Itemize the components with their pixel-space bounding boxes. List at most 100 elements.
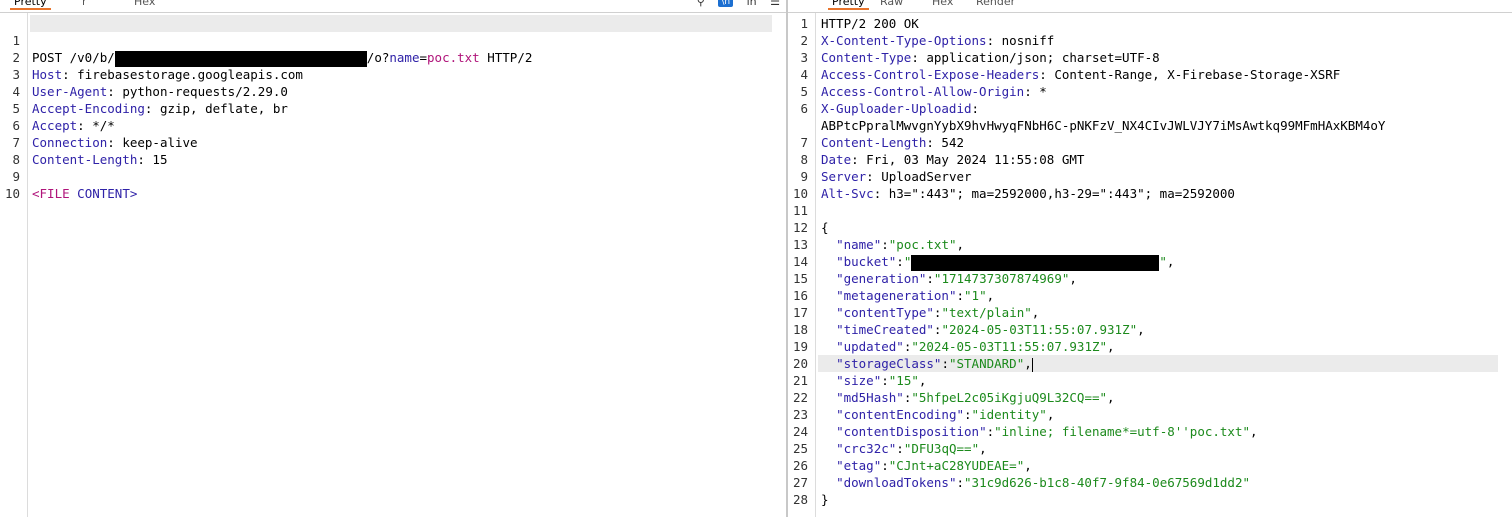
header-line[interactable]: 2 Host: firebasestorage.googleapis.com bbox=[0, 32, 786, 82]
json-quote: " bbox=[1039, 407, 1047, 422]
redacted-block bbox=[911, 254, 1160, 271]
json-quote: " bbox=[836, 322, 844, 337]
json-field-line[interactable]: 24 "contentDisposition":"inline; filenam… bbox=[788, 423, 1512, 440]
header-name: Date bbox=[821, 152, 852, 167]
json-quote: " bbox=[1024, 305, 1032, 320]
header-colon: : bbox=[971, 101, 980, 116]
json-field-line[interactable]: 23 "contentEncoding":"identity", bbox=[788, 406, 1512, 423]
json-colon: : bbox=[881, 458, 889, 473]
json-comma: , bbox=[1137, 322, 1145, 337]
header-line[interactable]: 3 Content-Type: application/json; charset… bbox=[788, 49, 1512, 66]
blank-line[interactable]: 11 bbox=[788, 202, 1512, 219]
header-line[interactable]: 5 Access-Control-Allow-Origin: * bbox=[788, 83, 1512, 100]
header-line[interactable]: 3 User-Agent: python-requests/2.29.0 bbox=[0, 49, 786, 99]
header-line[interactable]: 9 Server: UploadServer bbox=[788, 168, 1512, 185]
json-colon: : bbox=[881, 373, 889, 388]
json-field-line[interactable]: 16 "metageneration":"1", bbox=[788, 287, 1512, 304]
blank-line[interactable]: 10 bbox=[0, 168, 786, 201]
menu-icon[interactable]: ☰ bbox=[770, 0, 780, 9]
json-field-line[interactable]: 26 "etag":"CJnt+aC28YUDEAE=", bbox=[788, 457, 1512, 474]
header-line[interactable]: 8 Date: Fri, 03 May 2024 11:55:08 GMT bbox=[788, 151, 1512, 168]
json-brace-open: { bbox=[821, 220, 829, 235]
json-quote: " bbox=[836, 407, 844, 422]
json-key: metageneration bbox=[843, 288, 949, 303]
line-number: 28 bbox=[792, 492, 808, 507]
toggle-badge-icon[interactable]: \n bbox=[718, 0, 734, 7]
json-quote: " bbox=[971, 441, 980, 456]
json-field-line[interactable]: 14 "bucket":" ", bbox=[788, 253, 1512, 271]
response-tab-hex[interactable]: Hex bbox=[928, 0, 957, 9]
json-quote: " bbox=[836, 373, 844, 388]
header-name: Content-Length bbox=[821, 135, 927, 150]
json-value: 31c9d626-b1c8-40f7-9f84-0e67569d1dd2 bbox=[971, 475, 1243, 490]
json-key: md5Hash bbox=[843, 390, 897, 405]
json-quote: " bbox=[836, 475, 844, 490]
json-quote: " bbox=[926, 322, 934, 337]
header-colon: : bbox=[986, 33, 995, 48]
json-field-line[interactable]: 17 "contentType":"text/plain", bbox=[788, 304, 1512, 321]
json-field-line[interactable]: 27 "downloadTokens":"31c9d626-b1c8-40f7-… bbox=[788, 474, 1512, 491]
json-quote: " bbox=[941, 322, 949, 337]
json-field-line[interactable]: 25 "crc32c":"DFU3qQ==", bbox=[788, 440, 1512, 457]
header-line[interactable]: 4 Access-Control-Expose-Headers: Content-… bbox=[788, 66, 1512, 83]
json-close-line[interactable]: 28} bbox=[788, 491, 1512, 508]
response-tab-raw[interactable]: Raw bbox=[876, 0, 907, 9]
json-key: size bbox=[843, 373, 874, 388]
line-number: 20 bbox=[792, 356, 808, 371]
json-comma: , bbox=[1024, 356, 1032, 371]
json-quote: " bbox=[836, 305, 844, 320]
header-name: Access-Control-Allow-Origin bbox=[821, 84, 1025, 99]
response-tab-pretty[interactable]: Pretty bbox=[828, 0, 869, 10]
line-number: 2 bbox=[800, 33, 808, 48]
newline-icon[interactable]: ln bbox=[747, 0, 757, 9]
header-colon: : bbox=[866, 169, 874, 184]
json-brace-close: } bbox=[821, 492, 829, 507]
wrapped-line[interactable]: ABPtcPpralMwvgnYybX9hvHwyqFNbH6C-pNKFzV_… bbox=[788, 117, 1512, 134]
json-field-line[interactable]: 19 "updated":"2024-05-03T11:55:07.931Z", bbox=[788, 338, 1512, 355]
json-field-line[interactable]: 22 "md5Hash":"5hfpeL2c05iKgjuQ9L32CQ==", bbox=[788, 389, 1512, 406]
json-quote: " bbox=[836, 390, 844, 405]
tag-rest: CONTENT> bbox=[69, 186, 138, 201]
request-tab-raw[interactable]: r bbox=[78, 0, 91, 9]
header-line[interactable]: 6 Connection: keep-alive bbox=[0, 100, 786, 150]
json-quote: " bbox=[1099, 390, 1108, 405]
json-quote: " bbox=[836, 288, 844, 303]
blank-line[interactable]: 8 bbox=[0, 134, 786, 167]
search-icon[interactable]: ⚲ bbox=[697, 0, 705, 9]
json-value: text/plain bbox=[948, 305, 1025, 320]
request-line[interactable]: 1 POST /v0/b//o?name=poc.txt HTTP/2 bbox=[0, 15, 786, 67]
header-line[interactable]: 7 Content-Length: 542 bbox=[788, 134, 1512, 151]
json-value: 15 bbox=[896, 373, 912, 388]
line-number: 10 bbox=[792, 186, 808, 201]
json-field-line[interactable]: 15 "generation":"1714737307874969", bbox=[788, 270, 1512, 287]
header-name: Server bbox=[821, 169, 867, 184]
line-number: 23 bbox=[792, 407, 808, 422]
request-tab-hex[interactable]: Hex bbox=[130, 0, 159, 9]
json-field-line[interactable]: 20 "storageClass":"STANDARD", bbox=[788, 355, 1512, 372]
json-quote: " bbox=[979, 288, 987, 303]
json-field-line[interactable]: 21 "size":"15", bbox=[788, 372, 1512, 389]
json-field-line[interactable]: 18 "timeCreated":"2024-05-03T11:55:07.93… bbox=[788, 321, 1512, 338]
json-quote: " bbox=[1099, 339, 1108, 354]
header-line[interactable]: 6 X-Guploader-Uploadid: bbox=[788, 100, 1512, 117]
response-tab-render[interactable]: Render bbox=[972, 0, 1019, 9]
json-quote: " bbox=[964, 475, 972, 490]
json-open-line[interactable]: 12 { bbox=[788, 219, 1512, 236]
json-field-line[interactable]: 13 "name":"poc.txt", bbox=[788, 236, 1512, 253]
header-line[interactable]: 5 Accept: */* bbox=[0, 83, 786, 133]
header-line[interactable]: 4 Accept-Encoding: gzip, deflate, br bbox=[0, 66, 786, 116]
header-line[interactable]: 10 Alt-Svc: h3=":443"; ma=2592000,h3-29="… bbox=[788, 185, 1512, 202]
json-colon: : bbox=[881, 237, 889, 252]
header-value: UploadServer bbox=[881, 169, 972, 184]
body-line[interactable]: 9 <FILE CONTENT> bbox=[0, 151, 786, 201]
response-pane: Pretty Raw Hex Render 1 HTTP/2 200 OK 2 X-C… bbox=[788, 0, 1512, 517]
header-line[interactable]: 7 Content-Length: 15 bbox=[0, 117, 786, 167]
status-line[interactable]: 1 HTTP/2 200 OK bbox=[788, 15, 1512, 32]
line-number: 24 bbox=[792, 424, 808, 439]
json-quote: " bbox=[948, 237, 957, 252]
json-quote: " bbox=[1129, 322, 1138, 337]
header-line[interactable]: 2 X-Content-Type-Options: nosniff bbox=[788, 32, 1512, 49]
json-value: identity bbox=[979, 407, 1040, 422]
header-colon: : bbox=[1024, 84, 1032, 99]
request-tab-pretty[interactable]: Pretty bbox=[10, 0, 51, 10]
